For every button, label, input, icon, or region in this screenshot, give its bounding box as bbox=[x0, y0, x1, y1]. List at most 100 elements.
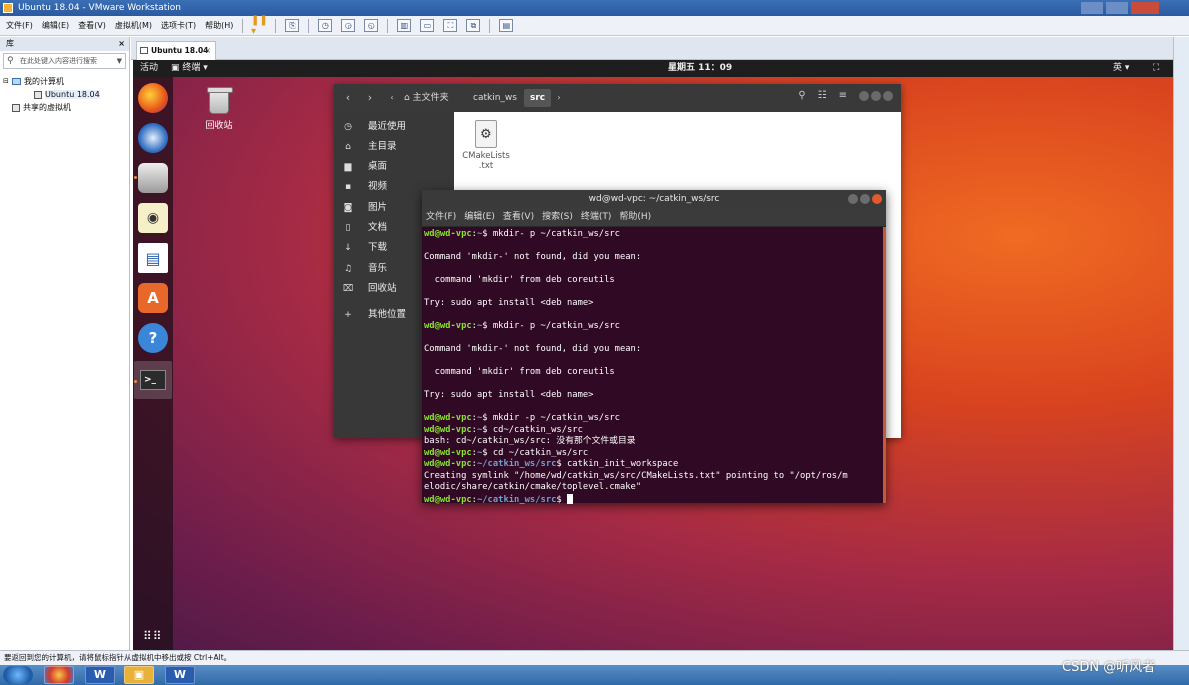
chevron-down-icon[interactable]: ▼ bbox=[117, 54, 122, 68]
sidebar-item-label: 视频 bbox=[368, 181, 388, 192]
word-taskbar-icon[interactable]: W bbox=[85, 666, 115, 684]
rhythmbox-icon[interactable]: ◉ bbox=[138, 203, 168, 233]
minimize-button[interactable] bbox=[1081, 2, 1103, 14]
close-tab-icon[interactable]: × bbox=[205, 42, 211, 59]
terminal-output[interactable]: wd@wd-vpc:~$ mkdir- p ~/catkin_ws/src Com… bbox=[422, 227, 886, 505]
menu-help[interactable]: 帮助(H) bbox=[205, 20, 233, 31]
clock[interactable]: 星期五 11：09 bbox=[668, 60, 732, 77]
document-icon: ▯ bbox=[345, 223, 351, 233]
snapshot-manager-icon[interactable]: ◵ bbox=[364, 19, 379, 32]
search-icon[interactable]: ⚲ bbox=[798, 90, 805, 101]
terminal-menu-bar: 文件(F) 编辑(E) 查看(V) 搜索(S) 终端(T) 帮助(H) bbox=[422, 208, 886, 227]
show-applications-icon[interactable]: ⠿⠿ bbox=[143, 630, 163, 650]
chrome-taskbar-icon[interactable] bbox=[44, 666, 74, 684]
sidebar-item-label: 回收站 bbox=[368, 283, 397, 294]
ubuntu-desktop[interactable]: 活动 ▣ 终端 ▾ 星期五 11：09 英 ▾ ⛶ ◉ ▤ A ? >_ ⠿⠿ … bbox=[133, 60, 1173, 650]
menu-file[interactable]: 文件(F) bbox=[6, 20, 33, 31]
fullscreen-icon[interactable]: ⛶ bbox=[443, 19, 458, 32]
start-button[interactable] bbox=[3, 666, 33, 684]
maximize-button[interactable] bbox=[860, 194, 870, 204]
sidebar-item-recent[interactable]: ◷ 最近使用 bbox=[334, 118, 454, 136]
terminal-output-line: Command 'mkdir-' not found, did you mean… bbox=[424, 344, 642, 354]
thunderbird-icon[interactable] bbox=[138, 123, 168, 153]
windows-taskbar: W ▣ W bbox=[0, 665, 1189, 685]
command-text: $ cd~/catkin_ws/src bbox=[482, 424, 583, 435]
network-icon[interactable]: ⛶ bbox=[1153, 60, 1159, 77]
terminal-scrollbar[interactable] bbox=[883, 227, 886, 503]
send-ctrl-alt-del-icon[interactable]: ⎘ bbox=[285, 19, 300, 32]
word-taskbar-icon-2[interactable]: W bbox=[165, 666, 195, 684]
collapse-icon[interactable]: ⊟ bbox=[3, 75, 9, 88]
files-icon[interactable] bbox=[138, 163, 168, 193]
window-controls bbox=[1081, 2, 1159, 14]
sidebar-item-desktop[interactable]: ▆ 桌面 bbox=[334, 158, 454, 176]
trash-icon bbox=[207, 87, 233, 114]
home-icon: ⌂ bbox=[404, 93, 413, 103]
menu-terminal[interactable]: 终端(T) bbox=[581, 208, 612, 226]
sidebar-item-home[interactable]: ⌂ 主目录 bbox=[334, 138, 454, 156]
close-library-icon[interactable]: × bbox=[118, 37, 125, 51]
tree-item-shared-vms[interactable]: 共享的虚拟机 bbox=[0, 101, 129, 114]
maximize-button[interactable] bbox=[1106, 2, 1128, 14]
vmware-taskbar-icon[interactable]: ▣ bbox=[124, 666, 154, 684]
software-center-icon[interactable]: A bbox=[138, 283, 168, 313]
input-method-indicator[interactable]: 英 ▾ bbox=[1113, 60, 1129, 77]
view-options-icon[interactable]: ☷ bbox=[818, 90, 827, 101]
menu-file[interactable]: 文件(F) bbox=[426, 208, 456, 226]
show-library-icon[interactable]: ▥ bbox=[397, 19, 412, 32]
pause-icon[interactable]: ❚❚ ▾ bbox=[251, 15, 268, 37]
path-right-icon[interactable]: › bbox=[553, 91, 565, 105]
menu-search[interactable]: 搜索(S) bbox=[542, 208, 573, 226]
close-button[interactable] bbox=[883, 90, 893, 101]
forward-icon[interactable]: › bbox=[364, 91, 376, 105]
menu-help[interactable]: 帮助(H) bbox=[619, 208, 651, 226]
tree-label: 共享的虚拟机 bbox=[23, 103, 71, 112]
tree-item-my-computer[interactable]: ⊟ 我的计算机 bbox=[0, 75, 129, 88]
console-view-icon[interactable]: ▤ bbox=[499, 19, 514, 32]
computer-icon bbox=[12, 78, 21, 85]
minimize-button[interactable] bbox=[848, 194, 858, 204]
menu-edit[interactable]: 编辑(E) bbox=[42, 20, 69, 31]
search-placeholder: 在此处键入内容进行搜索 bbox=[20, 57, 97, 65]
terminal-output-line: command 'mkdir' from deb coreutils bbox=[424, 275, 615, 285]
breadcrumb-catkin-ws[interactable]: catkin_ws bbox=[467, 89, 523, 107]
activities-button[interactable]: 活动 bbox=[140, 60, 158, 77]
vm-tab-strip: Ubuntu 18.04 × bbox=[131, 37, 1173, 60]
terminal-icon[interactable]: >_ bbox=[134, 361, 172, 399]
menu-view[interactable]: 查看(V) bbox=[78, 20, 106, 31]
menu-view[interactable]: 查看(V) bbox=[503, 208, 534, 226]
library-title: 库 bbox=[6, 39, 14, 48]
menu-tabs[interactable]: 选项卡(T) bbox=[161, 20, 196, 31]
close-button[interactable] bbox=[872, 194, 882, 204]
libreoffice-writer-icon[interactable]: ▤ bbox=[138, 243, 168, 273]
terminal-window[interactable]: wd@wd-vpc: ~/catkin_ws/src 文件(F) 编辑(E) 查… bbox=[422, 190, 886, 505]
terminal-output-line: Creating symlink "/home/wd/catkin_ws/src… bbox=[424, 470, 848, 481]
snapshot-icon[interactable]: ◷ bbox=[318, 19, 333, 32]
close-button[interactable] bbox=[1131, 2, 1159, 14]
app-menu-terminal[interactable]: ▣ 终端 ▾ bbox=[171, 60, 208, 77]
unity-icon[interactable]: ⧉ bbox=[466, 19, 481, 32]
terminal-command-line: wd@wd-vpc:~/catkin_ws/src$ catkin_init_w… bbox=[424, 459, 886, 471]
maximize-button[interactable] bbox=[871, 90, 881, 101]
breadcrumb-home[interactable]: ⌂ 主文件夹 bbox=[398, 89, 455, 107]
tab-ubuntu[interactable]: Ubuntu 18.04 × bbox=[136, 41, 216, 60]
menu-icon[interactable]: ≡ bbox=[839, 90, 847, 101]
breadcrumb-src[interactable]: src bbox=[524, 89, 552, 107]
path-left-icon[interactable]: ‹ bbox=[386, 91, 398, 105]
menu-vm[interactable]: 虚拟机(M) bbox=[115, 20, 152, 31]
library-panel: 库 × ⚲ 在此处键入内容进行搜索 ▼ ⊟ 我的计算机 Ubuntu 18.04… bbox=[0, 37, 130, 650]
firefox-icon[interactable] bbox=[138, 83, 168, 113]
thumbnail-bar-icon[interactable]: ▭ bbox=[420, 19, 435, 32]
back-icon[interactable]: ‹ bbox=[342, 91, 354, 105]
terminal-command-line: wd@wd-vpc:~$ cd~/catkin_ws/src bbox=[424, 425, 886, 437]
help-icon[interactable]: ? bbox=[138, 323, 168, 353]
tree-item-ubuntu[interactable]: Ubuntu 18.04 bbox=[0, 88, 129, 101]
menu-edit[interactable]: 编辑(E) bbox=[464, 208, 495, 226]
plus-icon: + bbox=[344, 310, 352, 320]
file-cmakelists[interactable]: CMakeLists .txt bbox=[460, 120, 512, 171]
minimize-button[interactable] bbox=[859, 90, 869, 101]
revert-snapshot-icon[interactable]: ◶ bbox=[341, 19, 356, 32]
desktop-trash[interactable]: 回收站 bbox=[201, 87, 237, 131]
library-search-input[interactable]: ⚲ 在此处键入内容进行搜索 ▼ bbox=[3, 53, 126, 69]
